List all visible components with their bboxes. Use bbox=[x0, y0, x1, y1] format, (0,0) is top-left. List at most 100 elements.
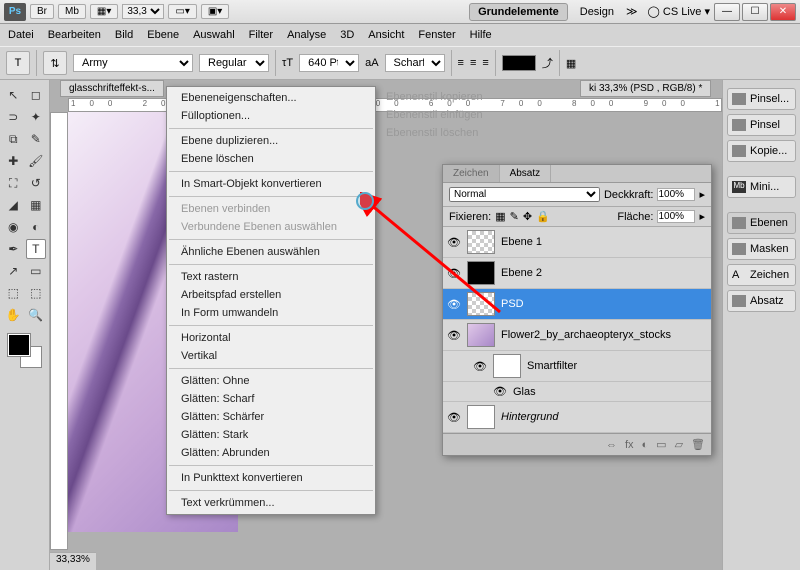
ctx-item[interactable]: Text verkrümmen... bbox=[167, 494, 375, 512]
menu-datei[interactable]: Datei bbox=[8, 29, 34, 41]
brush-tool[interactable]: 🖌 bbox=[26, 151, 47, 171]
minibridge-button[interactable]: Mb bbox=[58, 4, 86, 19]
menu-ansicht[interactable]: Ansicht bbox=[368, 29, 404, 41]
new-layer-icon[interactable]: ▱ bbox=[675, 438, 683, 451]
type-tool[interactable]: T bbox=[26, 239, 47, 259]
ctx-item[interactable]: Glätten: Stark bbox=[167, 426, 375, 444]
cslive-button[interactable]: ◯ CS Live ▾ bbox=[648, 5, 710, 18]
visibility-icon[interactable]: 👁 bbox=[473, 360, 487, 373]
dock-kopierquelle[interactable]: Kopie... bbox=[727, 140, 796, 162]
panel-tab-absatz[interactable]: Absatz bbox=[500, 165, 552, 182]
font-family-select[interactable]: Army bbox=[73, 54, 193, 72]
ctx-item[interactable]: In Punkttext konvertieren bbox=[167, 469, 375, 487]
workspace-more-icon[interactable]: ≫ bbox=[626, 5, 638, 18]
layer-mask-icon[interactable]: ◐ bbox=[642, 439, 649, 451]
adjustment-icon[interactable]: ▭ bbox=[656, 438, 666, 451]
visibility-icon[interactable]: 👁 bbox=[447, 411, 461, 424]
ctx-item[interactable]: Fülloptionen... bbox=[167, 107, 375, 125]
layer-row[interactable]: 👁Glas bbox=[443, 382, 711, 402]
ctx-item[interactable]: Glätten: Scharf bbox=[167, 390, 375, 408]
workspace-tab-active[interactable]: Grundelemente bbox=[469, 3, 568, 21]
ctx-item[interactable]: Glätten: Abrunden bbox=[167, 444, 375, 462]
crop-tool[interactable]: ⧉ bbox=[3, 129, 24, 149]
gradient-tool[interactable]: ▦ bbox=[26, 195, 47, 215]
dodge-tool[interactable]: ◐ bbox=[26, 217, 47, 237]
3d-tool[interactable]: ⬚ bbox=[3, 283, 24, 303]
ctx-item[interactable]: Text rastern bbox=[167, 268, 375, 286]
dock-masken[interactable]: Masken bbox=[727, 238, 796, 260]
close-button[interactable]: ✕ bbox=[770, 3, 796, 21]
document-tab-1[interactable]: glasschrifteffekt-s... bbox=[60, 80, 164, 97]
minimize-button[interactable]: — bbox=[714, 3, 740, 21]
menu-analyse[interactable]: Analyse bbox=[287, 29, 326, 41]
visibility-icon[interactable]: 👁 bbox=[447, 329, 461, 342]
dock-ebenen[interactable]: Ebenen bbox=[727, 212, 796, 234]
wand-tool[interactable]: ✦ bbox=[26, 107, 47, 127]
path-tool[interactable]: ↗ bbox=[3, 261, 24, 281]
dock-absatz[interactable]: Absatz bbox=[727, 290, 796, 312]
menu-ebene[interactable]: Ebene bbox=[147, 29, 179, 41]
opacity-input[interactable] bbox=[657, 188, 695, 201]
link-layers-icon[interactable]: ⇔ bbox=[606, 439, 617, 451]
ctx-item[interactable]: Ähnliche Ebenen auswählen bbox=[167, 243, 375, 261]
menu-bild[interactable]: Bild bbox=[115, 29, 133, 41]
ctx-item[interactable]: In Form umwandeln bbox=[167, 304, 375, 322]
warp-text-button[interactable]: ⤴ bbox=[542, 55, 553, 71]
ctx-item[interactable]: In Smart-Objekt konvertieren bbox=[167, 175, 375, 193]
stamp-tool[interactable]: ⛶ bbox=[3, 173, 24, 193]
view-grid-button[interactable]: ▦▾ bbox=[90, 4, 118, 19]
3d-cam-tool[interactable]: ⬚ bbox=[26, 283, 47, 303]
menu-bearbeiten[interactable]: Bearbeiten bbox=[48, 29, 101, 41]
dock-pinsel[interactable]: Pinsel bbox=[727, 114, 796, 136]
menu-auswahl[interactable]: Auswahl bbox=[193, 29, 235, 41]
blur-tool[interactable]: ◉ bbox=[3, 217, 24, 237]
layer-row[interactable]: 👁Hintergrund bbox=[443, 402, 711, 433]
ctx-item[interactable]: Glätten: Ohne bbox=[167, 372, 375, 390]
zoom-select[interactable]: 33,3 bbox=[122, 4, 164, 19]
visibility-icon[interactable]: 👁 bbox=[493, 385, 507, 398]
eraser-tool[interactable]: ◢ bbox=[3, 195, 24, 215]
maximize-button[interactable]: ☐ bbox=[742, 3, 768, 21]
lock-all-icon[interactable]: 🔒 bbox=[536, 210, 550, 223]
shape-tool[interactable]: ▭ bbox=[26, 261, 47, 281]
status-zoom[interactable]: 33,33% bbox=[50, 552, 96, 570]
trash-icon[interactable]: 🗑 bbox=[691, 438, 705, 451]
ctx-item[interactable]: Arbeitspfad erstellen bbox=[167, 286, 375, 304]
heal-tool[interactable]: ✚ bbox=[3, 151, 24, 171]
zoom-tool[interactable]: 🔍 bbox=[26, 305, 47, 325]
dock-zeichen[interactable]: AZeichen bbox=[727, 264, 796, 286]
hand-tool[interactable]: ✋ bbox=[3, 305, 24, 325]
move-tool[interactable]: ↖ bbox=[3, 85, 24, 105]
align-left-button[interactable]: ≡ bbox=[458, 57, 464, 69]
antialias-select[interactable]: Scharf bbox=[385, 54, 445, 72]
align-center-button[interactable]: ≡ bbox=[470, 57, 476, 69]
arrange-button[interactable]: ▭▾ bbox=[168, 4, 196, 19]
menu-hilfe[interactable]: Hilfe bbox=[470, 29, 492, 41]
menu-3d[interactable]: 3D bbox=[340, 29, 354, 41]
layer-fx-icon[interactable]: fx bbox=[625, 439, 634, 451]
workspace-tab-design[interactable]: Design bbox=[572, 4, 622, 20]
text-color-swatch[interactable] bbox=[502, 55, 536, 71]
current-tool-icon[interactable]: T bbox=[6, 51, 30, 75]
ctx-item[interactable]: Horizontal bbox=[167, 329, 375, 347]
character-panel-button[interactable]: ▦ bbox=[566, 57, 576, 70]
document-tab-2[interactable]: ki 33,3% (PSD , RGB/8) * bbox=[580, 80, 711, 97]
screen-mode-button[interactable]: ▣▾ bbox=[201, 4, 229, 19]
bridge-button[interactable]: Br bbox=[30, 4, 54, 19]
marquee-tool[interactable]: ◻ bbox=[26, 85, 47, 105]
pen-tool[interactable]: ✒ bbox=[3, 239, 24, 259]
lock-pos-icon[interactable]: ✥ bbox=[523, 210, 532, 223]
font-style-select[interactable]: Regular bbox=[199, 54, 269, 72]
eyedropper-tool[interactable]: ✎ bbox=[26, 129, 47, 149]
ctx-item[interactable]: Glätten: Schärfer bbox=[167, 408, 375, 426]
ctx-item[interactable]: Ebene duplizieren... bbox=[167, 132, 375, 150]
align-right-button[interactable]: ≡ bbox=[482, 57, 488, 69]
text-orientation-button[interactable]: ⇅ bbox=[43, 51, 67, 75]
ctx-item[interactable]: Vertikal bbox=[167, 347, 375, 365]
fill-input[interactable] bbox=[657, 210, 695, 223]
dock-minibridge[interactable]: MbMini... bbox=[727, 176, 796, 198]
dock-pinselvorgaben[interactable]: Pinsel... bbox=[727, 88, 796, 110]
menu-fenster[interactable]: Fenster bbox=[418, 29, 455, 41]
menu-filter[interactable]: Filter bbox=[249, 29, 273, 41]
layer-row[interactable]: 👁Flower2_by_archaeopteryx_stocks bbox=[443, 320, 711, 351]
